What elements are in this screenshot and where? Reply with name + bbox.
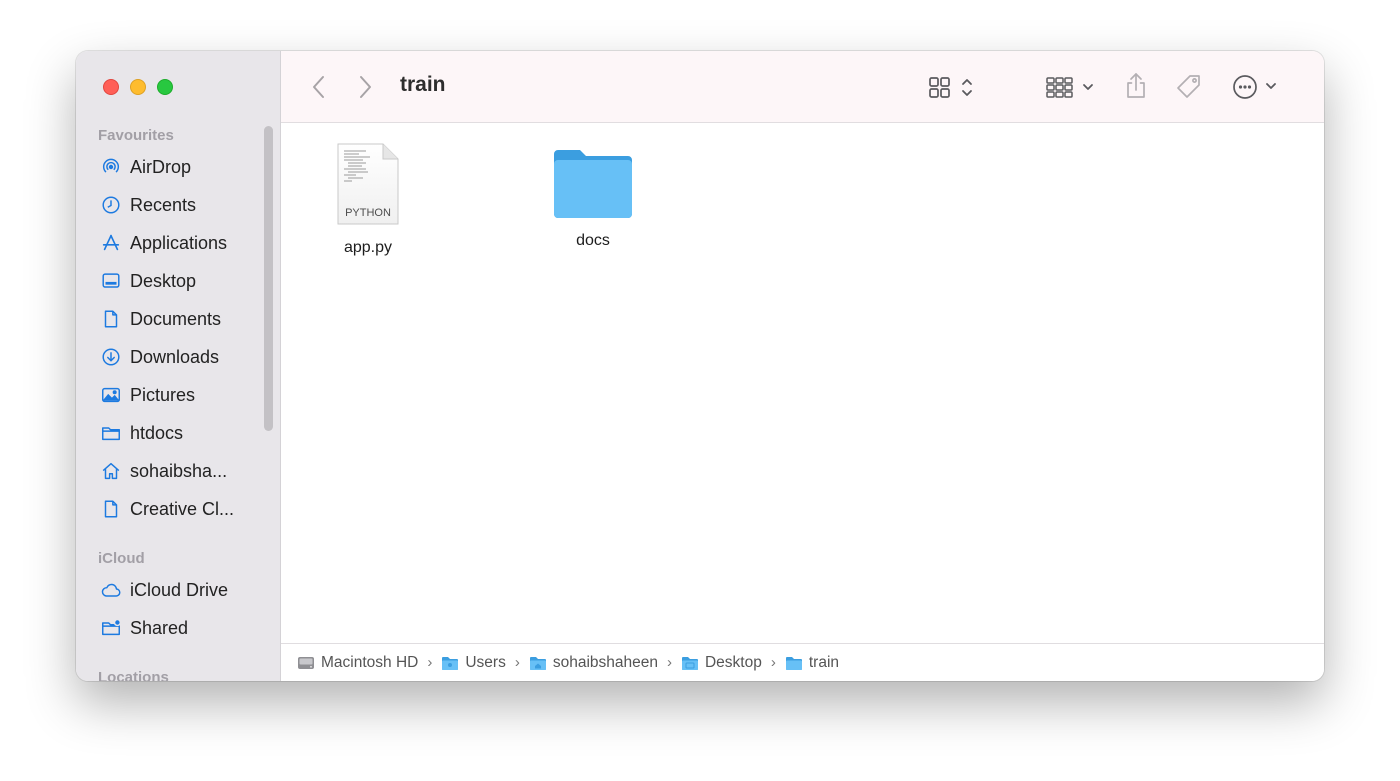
more-actions-button[interactable]	[1231, 72, 1283, 102]
sidebar-item-label: Documents	[130, 308, 222, 329]
sidebar-item-label: Recents	[130, 194, 197, 215]
sidebar-item-label: Pictures	[130, 384, 196, 405]
path-crumb-home[interactable]: sohaibshaheen	[529, 654, 658, 672]
path-crumb-label: Macintosh HD	[321, 653, 419, 671]
folder-name: docs	[576, 232, 610, 249]
minimize-button[interactable]	[130, 79, 146, 95]
path-crumb-label: train	[808, 653, 840, 671]
desktop-folder-icon	[681, 656, 698, 670]
sidebar-item-label: Shared	[130, 617, 189, 638]
sidebar-item-airdrop[interactable]: AirDrop	[100, 152, 191, 182]
sidebar-item-applications[interactable]: Applications	[100, 228, 227, 258]
folder-icon	[442, 656, 459, 670]
chevron-right-icon	[360, 76, 371, 98]
sidebar-item-recents[interactable]: Recents	[100, 190, 196, 220]
clock-icon	[100, 194, 122, 216]
folder-item-docs[interactable]: docs	[533, 148, 653, 250]
chevron-down-icon	[1083, 84, 1093, 90]
sidebar-item-label: Creative Cl...	[130, 498, 235, 519]
file-browser-area: PYTHON app.py docs	[281, 123, 1324, 643]
path-crumb-desktop[interactable]: Desktop	[681, 654, 762, 672]
sidebar-item-downloads[interactable]: Downloads	[100, 342, 219, 372]
ellipsis-circle-icon	[1233, 75, 1257, 99]
sidebar-item-label: AirDrop	[130, 156, 192, 177]
path-crumb-train[interactable]: train	[785, 654, 839, 672]
file-name: app.py	[343, 239, 393, 256]
section-title-icloud: iCloud	[98, 550, 145, 567]
sidebar: Favourites AirDrop Recents Applications …	[76, 51, 281, 681]
view-mode-button[interactable]	[927, 73, 979, 101]
back-button[interactable]	[309, 73, 329, 101]
path-crumb-label: Users	[465, 653, 506, 671]
desktop-icon	[100, 270, 122, 292]
chevron-right-icon: ›	[770, 654, 776, 671]
sidebar-item-label: iCloud Drive	[130, 579, 229, 600]
airdrop-icon	[100, 156, 122, 178]
folder-icon	[100, 422, 122, 444]
zoom-button[interactable]	[157, 79, 173, 95]
sidebar-scrollbar[interactable]	[264, 126, 273, 431]
chevron-down-icon	[1266, 83, 1276, 89]
sidebar-item-icloud-drive[interactable]: iCloud Drive	[100, 575, 228, 605]
svg-text:PYTHON: PYTHON	[345, 207, 391, 219]
group-grid-icon	[1046, 77, 1073, 98]
share-icon	[1127, 73, 1145, 98]
path-crumb-label: Desktop	[704, 653, 762, 671]
path-bar: Macintosh HD › Users › sohaibshaheen › D…	[281, 643, 1324, 681]
chevron-right-icon: ›	[514, 654, 520, 671]
sidebar-item-label: Downloads	[130, 346, 220, 367]
document-icon	[100, 308, 122, 330]
share-button[interactable]	[1121, 71, 1151, 101]
chevron-right-icon: ›	[666, 654, 672, 671]
folder-icon	[785, 656, 802, 670]
python-file-icon: PYTHON	[337, 143, 399, 225]
home-icon	[100, 460, 122, 482]
section-title-locations: Locations	[98, 669, 169, 681]
download-icon	[100, 346, 122, 368]
chevron-up-down-icon	[962, 79, 972, 96]
sidebar-item-home[interactable]: sohaibsha...	[100, 456, 227, 486]
icon-grid-icon	[929, 77, 950, 98]
sidebar-item-creative-cloud[interactable]: Creative Cl...	[100, 494, 234, 524]
close-button[interactable]	[103, 79, 119, 95]
sidebar-item-desktop[interactable]: Desktop	[100, 266, 196, 296]
sidebar-item-htdocs[interactable]: htdocs	[100, 418, 183, 448]
tag-button[interactable]	[1174, 72, 1204, 102]
sidebar-item-label: Desktop	[130, 270, 197, 291]
toolbar: train	[281, 51, 1324, 123]
home-folder-icon	[529, 656, 546, 670]
sidebar-item-documents[interactable]: Documents	[100, 304, 221, 334]
window-controls	[103, 79, 173, 95]
sidebar-item-label: Applications	[130, 232, 228, 253]
path-crumb-users[interactable]: Users	[441, 653, 506, 672]
applications-icon	[100, 232, 122, 254]
finder-window: Favourites AirDrop Recents Applications …	[76, 51, 1324, 681]
window-title: train	[400, 73, 446, 96]
shared-folder-icon	[100, 617, 122, 639]
document-icon	[100, 498, 122, 520]
photo-icon	[100, 384, 122, 406]
sidebar-item-pictures[interactable]: Pictures	[100, 380, 195, 410]
sidebar-item-label: sohaibsha...	[130, 460, 228, 481]
path-crumb-label: sohaibshaheen	[552, 653, 658, 671]
hard-drive-icon	[298, 656, 314, 669]
cloud-icon	[100, 579, 122, 601]
path-crumb-macintosh-hd[interactable]: Macintosh HD	[297, 654, 418, 672]
chevron-left-icon	[313, 76, 324, 98]
tag-icon	[1177, 75, 1200, 98]
forward-button[interactable]	[355, 73, 375, 101]
folder-icon	[554, 150, 632, 218]
section-title-favourites: Favourites	[98, 127, 174, 144]
file-item-app-py[interactable]: PYTHON app.py	[308, 143, 428, 257]
sidebar-item-shared[interactable]: Shared	[100, 613, 188, 643]
sidebar-item-label: htdocs	[130, 422, 184, 443]
chevron-right-icon: ›	[427, 654, 433, 671]
group-button[interactable]	[1044, 73, 1098, 101]
